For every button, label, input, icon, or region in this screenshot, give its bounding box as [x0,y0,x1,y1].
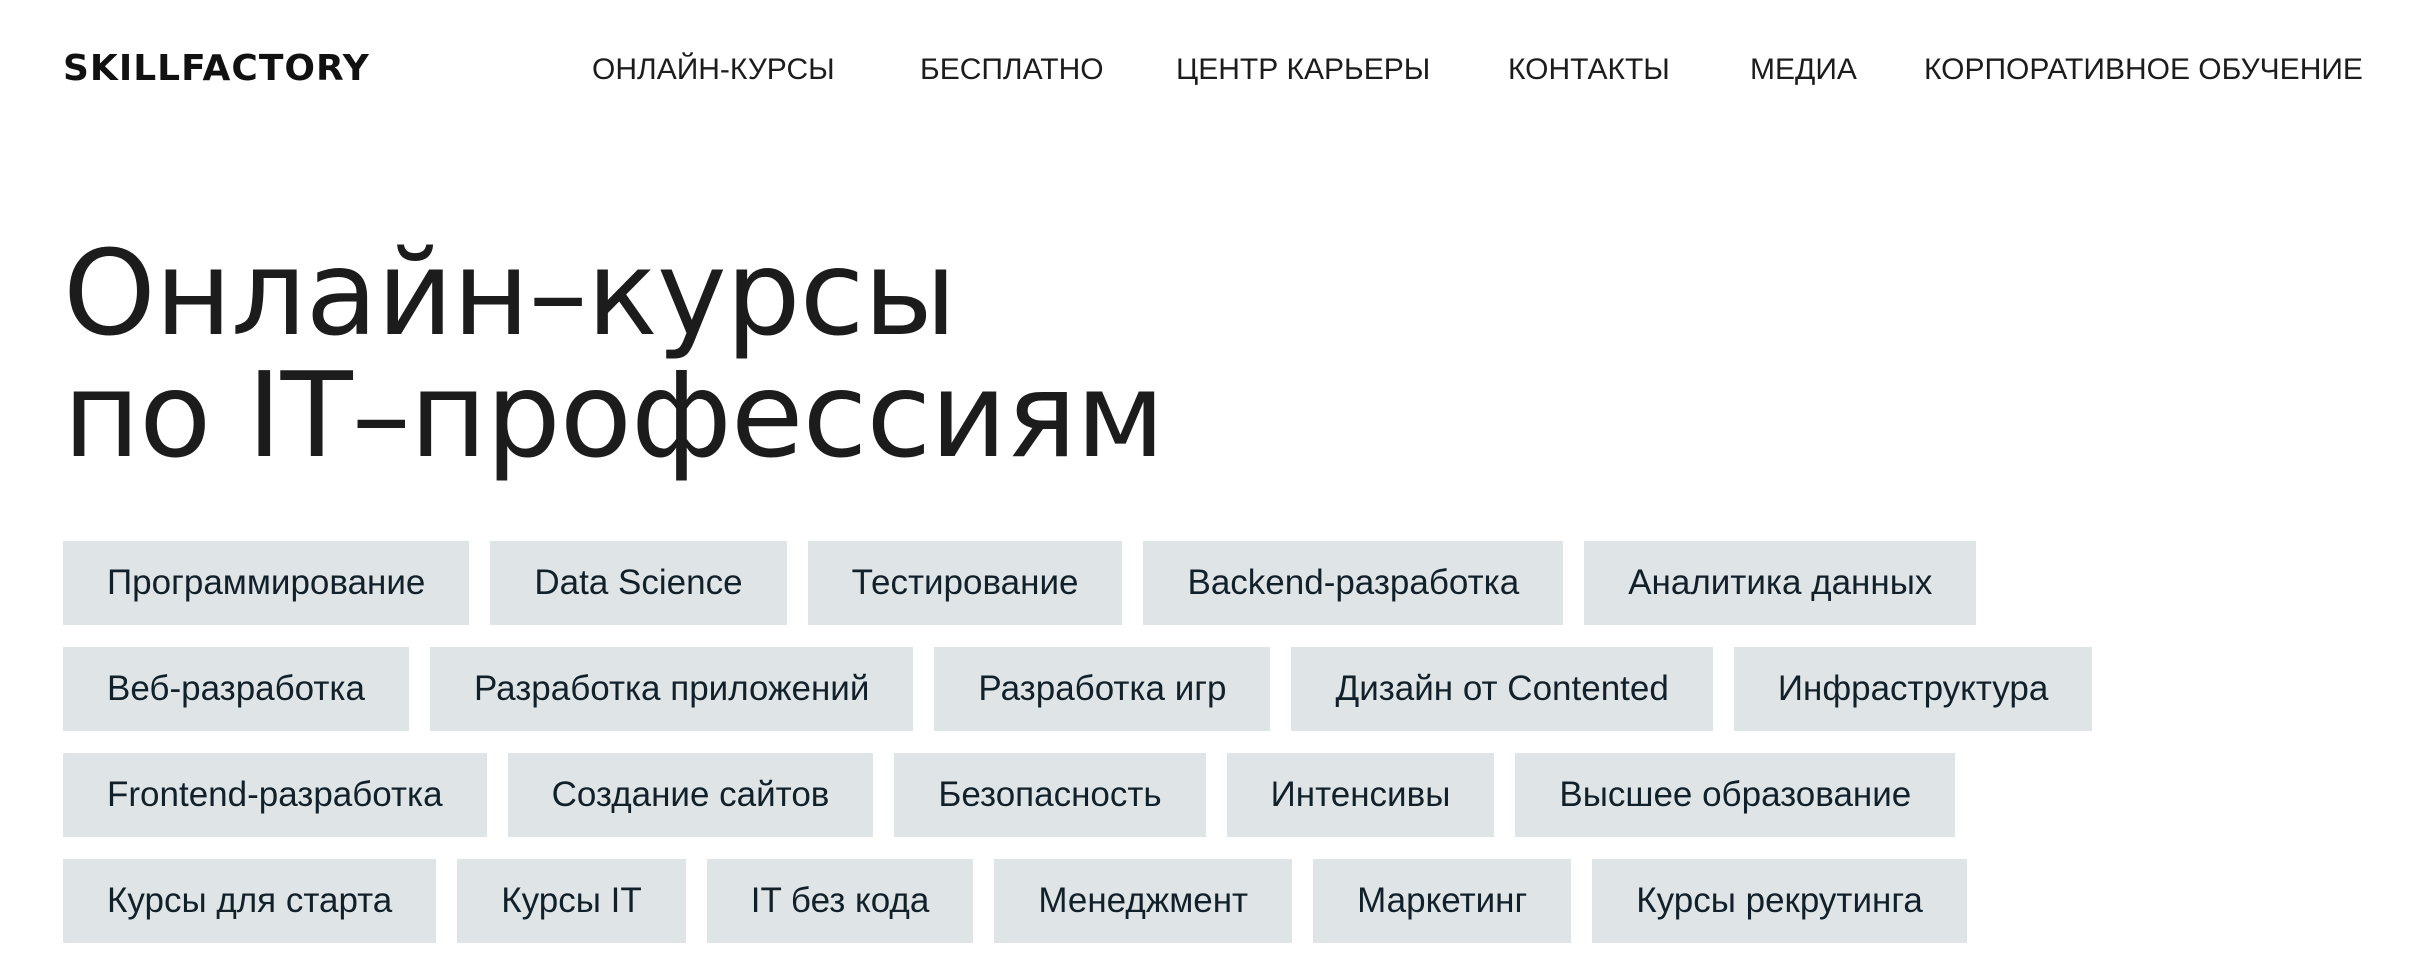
tag-infrastructure[interactable]: Инфраструктура [1733,647,2093,731]
page-title: Онлайн–курсы по IT–профессиям [63,224,1165,484]
tag-row: Веб-разработка Разработка приложений Раз… [63,647,2363,731]
skillfactory-logo[interactable]: SKILLFACTORY [63,48,370,89]
tag-design-contented[interactable]: Дизайн от Contented [1291,647,1713,731]
tag-higher-education[interactable]: Высшее образование [1515,753,1956,837]
nav-media[interactable]: МЕДИА [1750,50,1857,90]
tag-security[interactable]: Безопасность [894,753,1206,837]
tag-data-science[interactable]: Data Science [490,541,787,625]
tag-game-development[interactable]: Разработка игр [934,647,1271,731]
nav-career-center[interactable]: ЦЕНТР КАРЬЕРЫ [1176,50,1430,90]
tag-it-no-code[interactable]: IT без кода [706,859,974,943]
tag-row: Курсы для старта Курсы IT IT без кода Ме… [63,859,2363,943]
nav-contacts[interactable]: КОНТАКТЫ [1508,50,1670,90]
nav-online-courses[interactable]: ОНЛАЙН-КУРСЫ [592,50,835,90]
tag-marketing[interactable]: Маркетинг [1313,859,1572,943]
tag-intensives[interactable]: Интенсивы [1226,753,1495,837]
site-header: SKILLFACTORY ОНЛАЙН-КУРСЫ БЕСПЛАТНО ЦЕНТ… [0,0,2420,142]
tag-programming[interactable]: Программирование [63,541,470,625]
nav-corporate-training[interactable]: КОРПОРАТИВНОЕ ОБУЧЕНИЕ [1924,50,2363,90]
page-title-line-2: по IT–профессиям [63,346,1165,484]
tag-data-analytics[interactable]: Аналитика данных [1584,541,1977,625]
nav-free[interactable]: БЕСПЛАТНО [920,50,1104,90]
page-title-line-1: Онлайн–курсы [63,224,957,362]
tag-app-development[interactable]: Разработка приложений [429,647,914,731]
course-category-tags: Программирование Data Science Тестирован… [63,541,2363,965]
tag-it-courses[interactable]: Курсы IT [457,859,686,943]
tag-management[interactable]: Менеджмент [994,859,1293,943]
tag-web-development[interactable]: Веб-разработка [63,647,409,731]
tag-recruiting-courses[interactable]: Курсы рекрутинга [1592,859,1967,943]
tag-testing[interactable]: Тестирование [807,541,1123,625]
tag-row: Frontend-разработка Создание сайтов Безо… [63,753,2363,837]
tag-starter-courses[interactable]: Курсы для старта [63,859,437,943]
tag-frontend[interactable]: Frontend-разработка [63,753,487,837]
tag-backend[interactable]: Backend-разработка [1143,541,1564,625]
tag-website-creation[interactable]: Создание сайтов [507,753,874,837]
tag-row: Программирование Data Science Тестирован… [63,541,2363,625]
